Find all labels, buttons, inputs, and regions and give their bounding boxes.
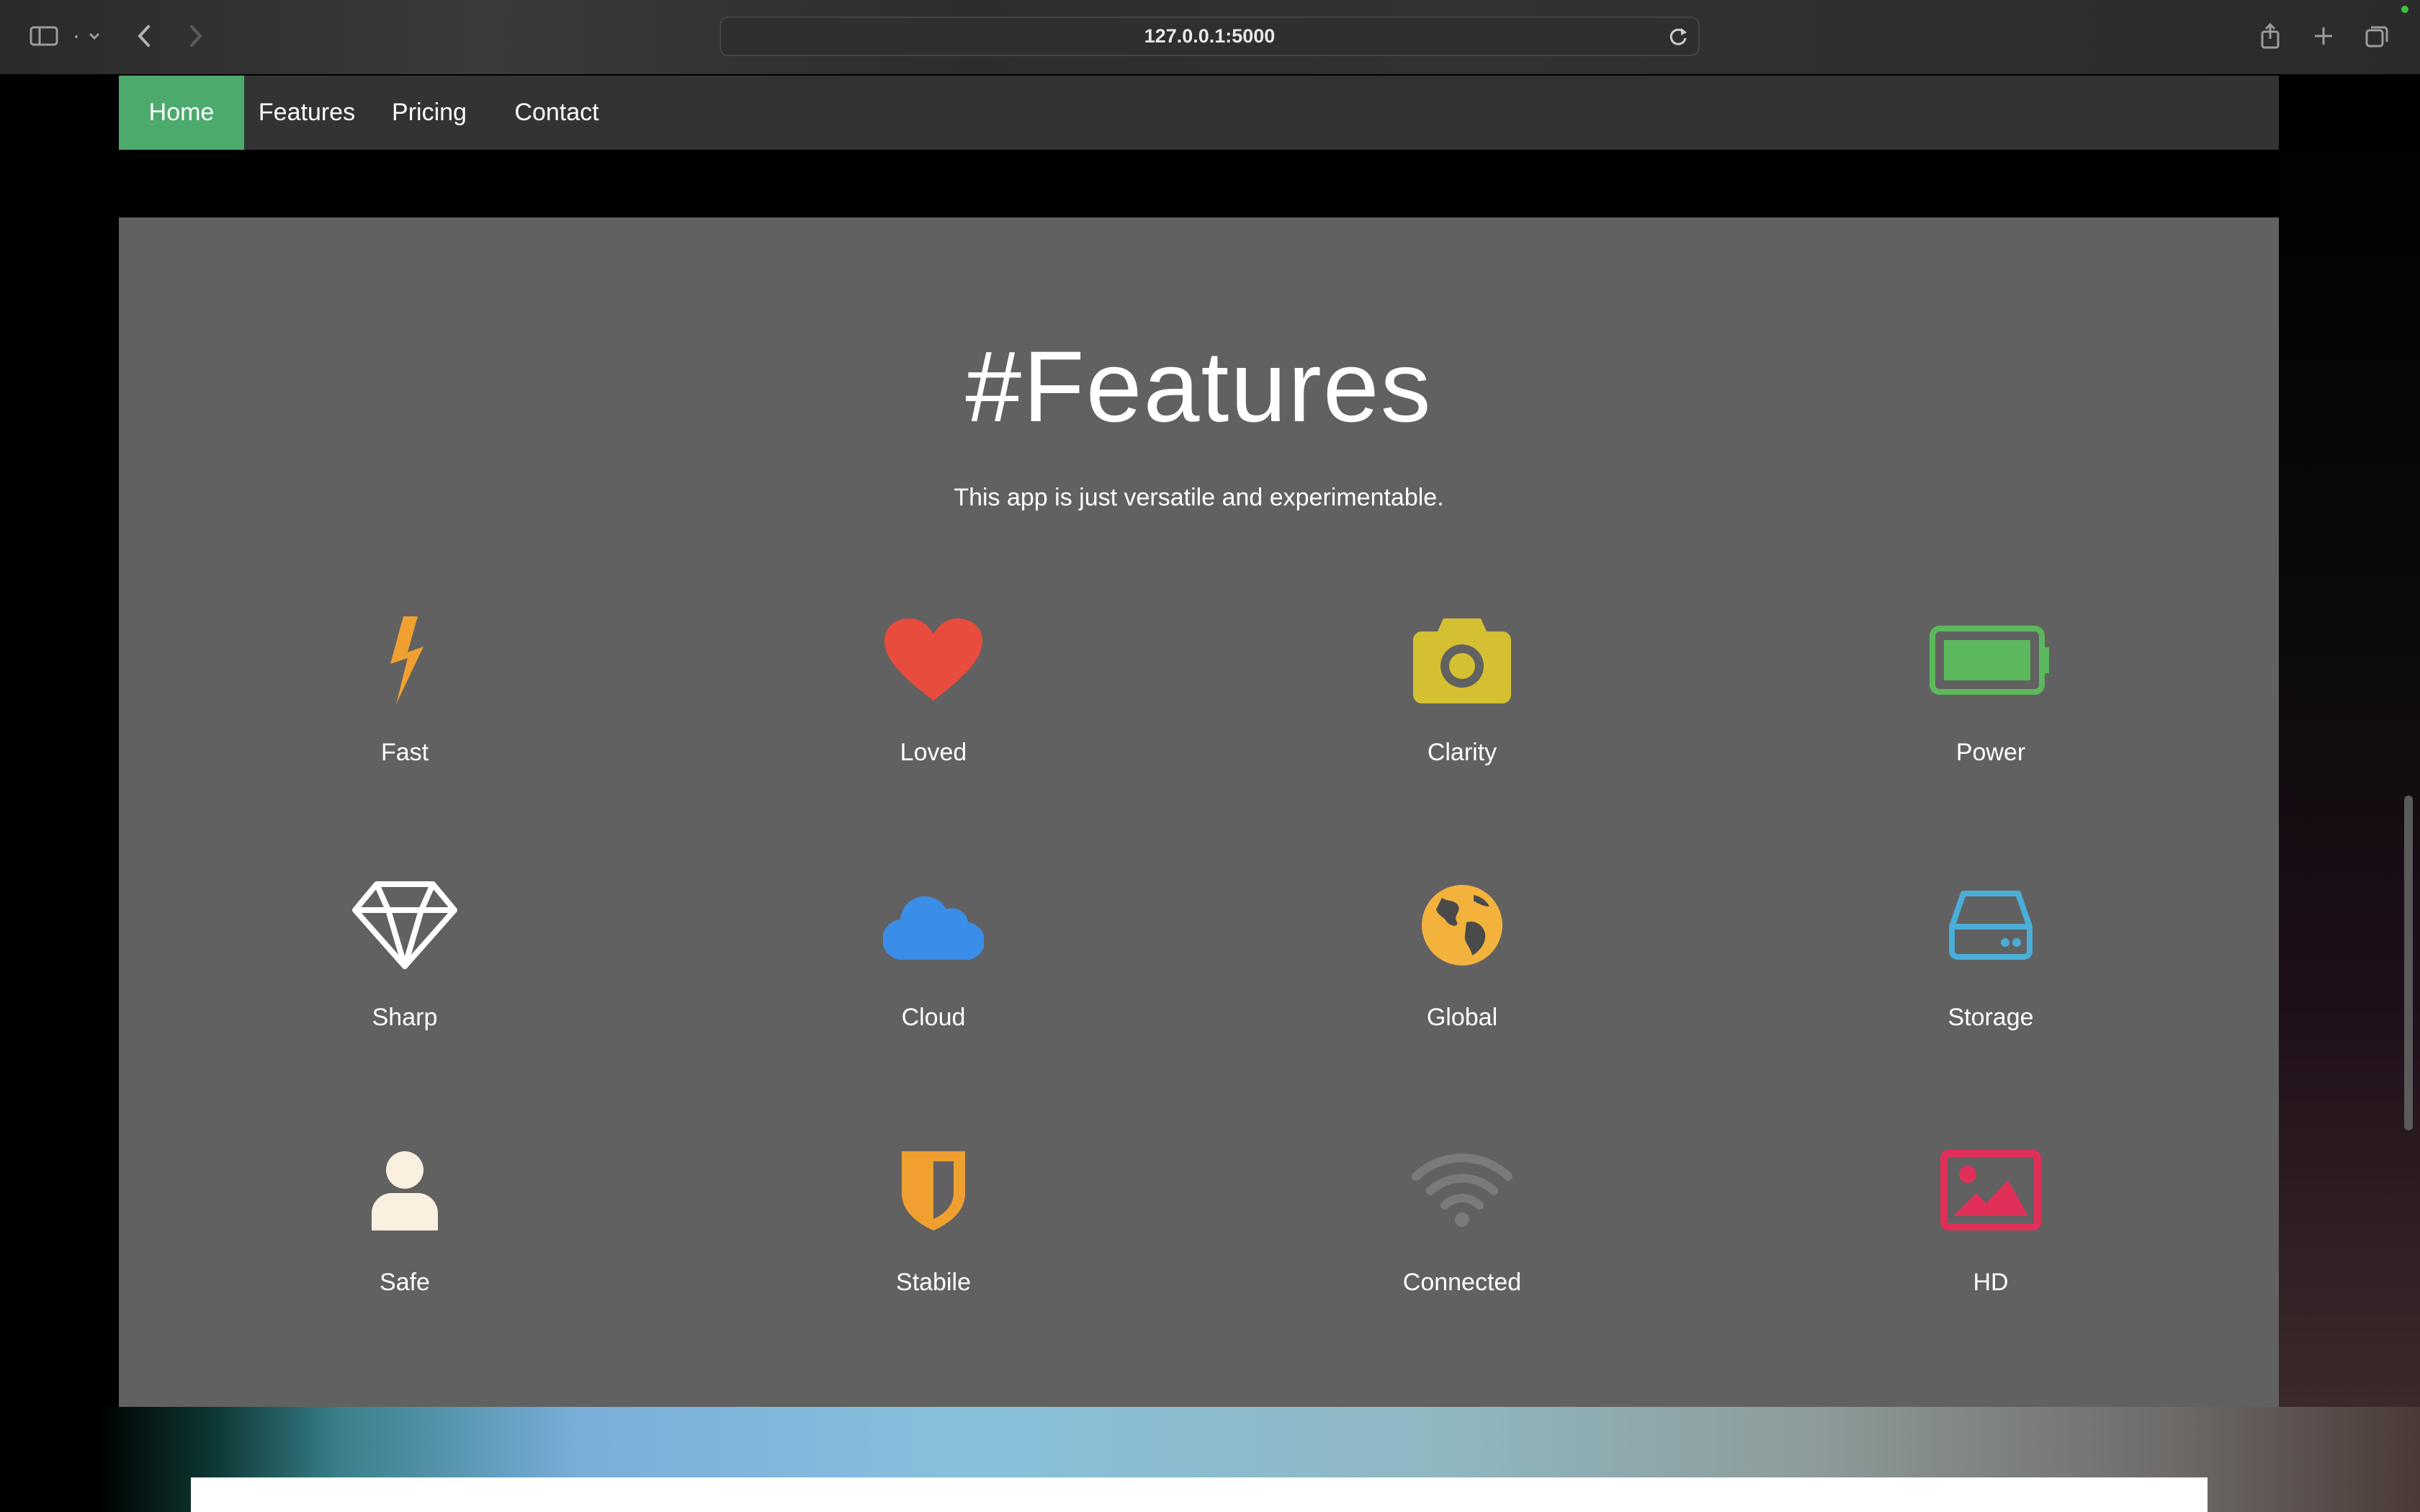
- battery-icon: [1847, 606, 2135, 714]
- tab-overview-icon[interactable]: [2362, 16, 2391, 56]
- back-button[interactable]: [130, 16, 158, 56]
- reload-icon[interactable]: [1667, 25, 1690, 53]
- diamond-icon: [261, 871, 549, 979]
- nav-features-label: Features: [258, 99, 356, 126]
- features-subtitle: This app is just versatile and experimen…: [954, 484, 1444, 511]
- feature-label: Clarity: [1427, 739, 1497, 766]
- tab-group-label: ·: [73, 24, 80, 48]
- forward-button[interactable]: [182, 16, 210, 56]
- camera-icon: [1318, 606, 1606, 714]
- feature-label: Fast: [380, 739, 429, 766]
- nav-pricing[interactable]: Pricing: [369, 76, 489, 150]
- globe-icon: [1318, 871, 1606, 979]
- url-text: 127.0.0.1:5000: [1144, 25, 1276, 47]
- tab-group-menu[interactable]: ·: [69, 16, 105, 56]
- next-section-card: [191, 1477, 2208, 1512]
- feature-storage: Storage: [1847, 871, 2135, 1031]
- nav-features[interactable]: Features: [244, 76, 369, 150]
- new-tab-icon[interactable]: [2309, 16, 2338, 56]
- feature-hd: HD: [1847, 1136, 2135, 1296]
- share-icon[interactable]: [2256, 16, 2285, 56]
- feature-label: HD: [1973, 1269, 2009, 1296]
- feature-fast: Fast: [261, 606, 549, 766]
- nav-home[interactable]: Home: [119, 76, 244, 150]
- feature-label: Cloud: [901, 1004, 966, 1031]
- nav-contact-label: Contact: [514, 99, 599, 126]
- address-bar[interactable]: 127.0.0.1:5000: [720, 17, 1700, 56]
- browser-toolbar: · 127.0.0.1:5000: [0, 0, 2420, 74]
- nav-home-label: Home: [148, 99, 215, 126]
- feature-label: Stabile: [896, 1269, 971, 1296]
- feature-label: Safe: [380, 1269, 430, 1296]
- page-scrollbar[interactable]: [2404, 796, 2413, 1130]
- feature-label: Power: [1955, 739, 2026, 766]
- feature-power: Power: [1847, 606, 2135, 766]
- top-navigation: Home Features Pricing Contact: [119, 76, 2279, 150]
- feature-loved: Loved: [789, 606, 1077, 766]
- feature-global: Global: [1318, 871, 1606, 1031]
- image-icon: [1847, 1136, 2135, 1244]
- feature-label: Storage: [1948, 1004, 2034, 1031]
- desktop-background: [2279, 74, 2420, 1407]
- status-dot: [2401, 6, 2408, 13]
- features-section: #Features This app is just versatile and…: [119, 217, 2279, 1407]
- nav-contact[interactable]: Contact: [489, 76, 624, 150]
- feature-cloud: Cloud: [789, 871, 1077, 1031]
- heart-icon: [789, 606, 1077, 714]
- feature-label: Loved: [900, 739, 967, 766]
- hard-drive-icon: [1847, 871, 2135, 979]
- feature-sharp: Sharp: [261, 871, 549, 1031]
- feature-safe: Safe: [261, 1136, 549, 1296]
- shield-icon: [789, 1136, 1077, 1244]
- features-title: #Features: [965, 330, 1433, 443]
- cloud-icon: [789, 871, 1077, 979]
- feature-label: Sharp: [372, 1004, 438, 1031]
- feature-label: Global: [1426, 1004, 1498, 1031]
- wifi-icon: [1318, 1136, 1606, 1244]
- feature-connected: Connected: [1318, 1136, 1606, 1296]
- sidebar-toggle-icon[interactable]: [26, 16, 62, 56]
- feature-stabile: Stabile: [789, 1136, 1077, 1296]
- feature-label: Connected: [1402, 1269, 1522, 1296]
- feature-clarity: Clarity: [1318, 606, 1606, 766]
- bolt-icon: [261, 606, 549, 714]
- nav-pricing-label: Pricing: [392, 99, 467, 126]
- user-icon: [261, 1136, 549, 1244]
